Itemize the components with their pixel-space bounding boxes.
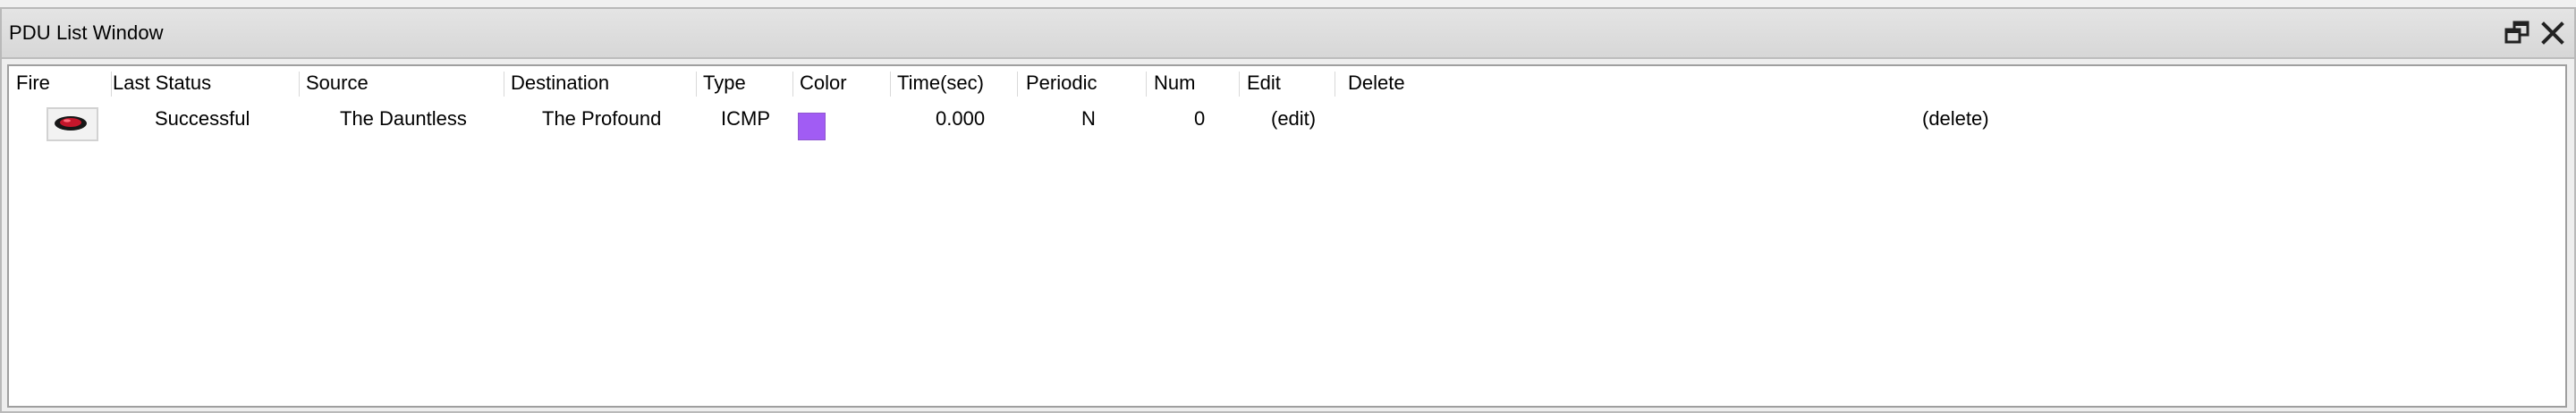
restore-window-button[interactable] (2502, 18, 2532, 48)
periodic-cell: N (1081, 107, 1096, 130)
destination-cell: The Profound (542, 107, 662, 130)
source-cell: The Dauntless (340, 107, 467, 130)
fire-button[interactable] (47, 107, 98, 141)
title-bar[interactable]: PDU List Window (2, 9, 2574, 59)
column-divider[interactable] (890, 72, 891, 97)
column-divider[interactable] (696, 72, 697, 97)
column-header-source[interactable]: Source (306, 72, 369, 98)
pdu-list-window: PDU List Window Fire Last Status Source … (0, 7, 2576, 413)
column-header-delete[interactable]: Delete (1348, 72, 1405, 98)
column-header-edit[interactable]: Edit (1247, 72, 1281, 98)
last-status-cell: Successful (155, 107, 250, 130)
time-cell: 0.000 (936, 107, 986, 130)
column-header-type[interactable]: Type (703, 72, 746, 98)
fire-icon (55, 116, 87, 131)
column-header-fire[interactable]: Fire (16, 72, 50, 98)
restore-window-icon (2504, 21, 2529, 44)
column-header-color[interactable]: Color (800, 72, 847, 98)
column-header-destination[interactable]: Destination (511, 72, 609, 98)
column-header-last-status[interactable]: Last Status (113, 72, 211, 98)
pdu-table: Fire Last Status Source Destination Type… (7, 64, 2567, 408)
table-header: Fire Last Status Source Destination Type… (9, 72, 2565, 98)
type-cell: ICMP (721, 107, 770, 130)
color-swatch (798, 113, 826, 140)
edit-link[interactable]: (edit) (1271, 107, 1316, 131)
column-header-num[interactable]: Num (1154, 72, 1195, 98)
column-divider[interactable] (299, 72, 300, 97)
close-icon (2541, 21, 2564, 45)
column-divider[interactable] (111, 72, 112, 97)
column-divider[interactable] (1017, 72, 1018, 97)
column-divider[interactable] (792, 72, 793, 97)
column-divider[interactable] (1146, 72, 1147, 97)
column-divider[interactable] (1239, 72, 1240, 97)
close-window-button[interactable] (2538, 18, 2568, 48)
column-header-time[interactable]: Time(sec) (897, 72, 984, 98)
num-cell: 0 (1194, 107, 1206, 130)
window-title: PDU List Window (9, 21, 164, 44)
delete-link[interactable]: (delete) (1922, 107, 1989, 131)
column-header-periodic[interactable]: Periodic (1026, 72, 1097, 98)
